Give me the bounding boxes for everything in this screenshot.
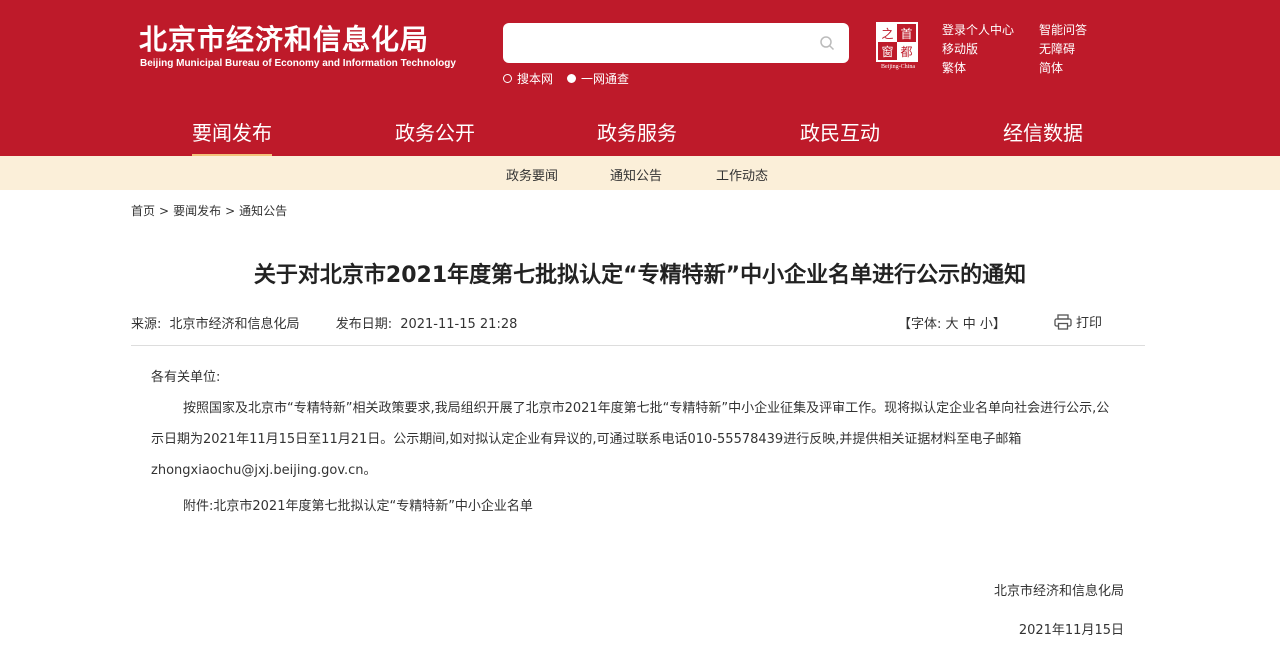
subnav-item-news[interactable]: 政务要闻 (506, 165, 558, 184)
site-logo-title[interactable]: 北京市经济和信息化局 (139, 18, 429, 58)
nav-item-news[interactable]: 要闻发布 (192, 117, 272, 157)
link-accessibility[interactable]: 无障碍 (1039, 41, 1109, 57)
search-input[interactable] (503, 23, 849, 63)
capital-window-seal-logo[interactable]: 之 首 窗 都 Beijing-China (876, 22, 920, 74)
source-label: 来源: (131, 317, 162, 332)
link-smart-qa[interactable]: 智能问答 (1039, 22, 1109, 38)
print-label: 打印 (1076, 316, 1103, 331)
header-links: 登录个人中心 智能问答 移动版 无障碍 繁体 简体 (942, 22, 1109, 76)
breadcrumb-separator: > (159, 204, 170, 218)
search-icon[interactable] (819, 35, 835, 51)
nav-item-interaction[interactable]: 政民互动 (800, 117, 880, 146)
breadcrumb-home[interactable]: 首页 (131, 204, 155, 218)
main-nav: 要闻发布 政务公开 政务服务 政民互动 经信数据 (0, 104, 1280, 157)
link-simplified[interactable]: 简体 (1039, 60, 1109, 76)
article-body: 各有关单位: 按照国家及北京市“专精特新”相关政策要求,我局组织开展了北京市20… (151, 362, 1111, 486)
print-button[interactable]: 打印 (1054, 312, 1102, 331)
link-login[interactable]: 登录个人中心 (942, 22, 1039, 38)
subnav-item-work[interactable]: 工作动态 (716, 165, 768, 184)
nav-item-gov-affairs[interactable]: 政务公开 (395, 117, 475, 146)
radio-unchecked-icon (503, 74, 512, 83)
signature-organization: 北京市经济和信息化局 (993, 584, 1124, 599)
breadcrumb-news[interactable]: 要闻发布 (173, 204, 221, 218)
font-size-small[interactable]: 小 (980, 317, 993, 332)
link-mobile[interactable]: 移动版 (942, 41, 1039, 57)
nav-item-services[interactable]: 政务服务 (597, 117, 677, 146)
body-paragraph: 按照国家及北京市“专精特新”相关政策要求,我局组织开展了北京市2021年度第七批… (151, 401, 1110, 478)
meta-divider (131, 345, 1145, 346)
printer-icon (1054, 313, 1072, 330)
search-scope-site-label: 搜本网 (517, 72, 554, 86)
search-scope-all-label: 一网通查 (581, 72, 630, 86)
font-size-controls: 【字体: 大 中 小】 (898, 313, 1006, 332)
article-title: 关于对北京市2021年度第七批拟认定“专精特新”中小企业名单进行公示的通知 (253, 263, 1027, 288)
site-header: 北京市经济和信息化局 Beijing Municipal Bureau of E… (0, 0, 1280, 104)
nav-item-data[interactable]: 经信数据 (1003, 117, 1083, 146)
salutation: 各有关单位: (151, 370, 221, 385)
link-traditional[interactable]: 繁体 (942, 60, 1039, 76)
search-scope-site[interactable]: 搜本网 (503, 70, 553, 87)
sub-nav: 政务要闻 通知公告 工作动态 (0, 156, 1280, 190)
breadcrumb: 首页 > 要闻发布 > 通知公告 (131, 202, 287, 219)
seal-caption: Beijing-China (881, 64, 915, 70)
seal-char: 窗 (881, 44, 894, 59)
font-size-close: 】 (992, 317, 1006, 332)
breadcrumb-separator: > (225, 204, 236, 218)
radio-checked-icon (567, 74, 577, 83)
site-logo-subtitle: Beijing Municipal Bureau of Economy and … (140, 58, 456, 69)
signature-date: 2021年11月15日 (1018, 623, 1124, 638)
seal-char: 都 (897, 42, 916, 60)
article-meta: 来源: 北京市经济和信息化局 发布日期: 2021-11-15 21:28 (131, 313, 521, 332)
seal-char: 首 (900, 26, 913, 41)
font-size-large[interactable]: 大 (946, 317, 959, 332)
attachment-link[interactable]: 附件:北京市2021年度第七批拟认定“专精特新”中小企业名单 (183, 495, 533, 514)
search-scope-all[interactable]: 一网通查 (567, 70, 629, 87)
breadcrumb-notices[interactable]: 通知公告 (239, 204, 287, 218)
date-label: 发布日期: (335, 317, 393, 332)
subnav-item-notices[interactable]: 通知公告 (610, 165, 662, 184)
seal-char: 之 (878, 24, 897, 42)
date-value: 2021-11-15 21:28 (400, 317, 518, 332)
font-size-label: 【字体: (898, 317, 942, 332)
search-scope-options: 搜本网 一网通查 (503, 70, 629, 87)
font-size-medium[interactable]: 中 (963, 317, 976, 332)
source-value: 北京市经济和信息化局 (169, 317, 300, 332)
